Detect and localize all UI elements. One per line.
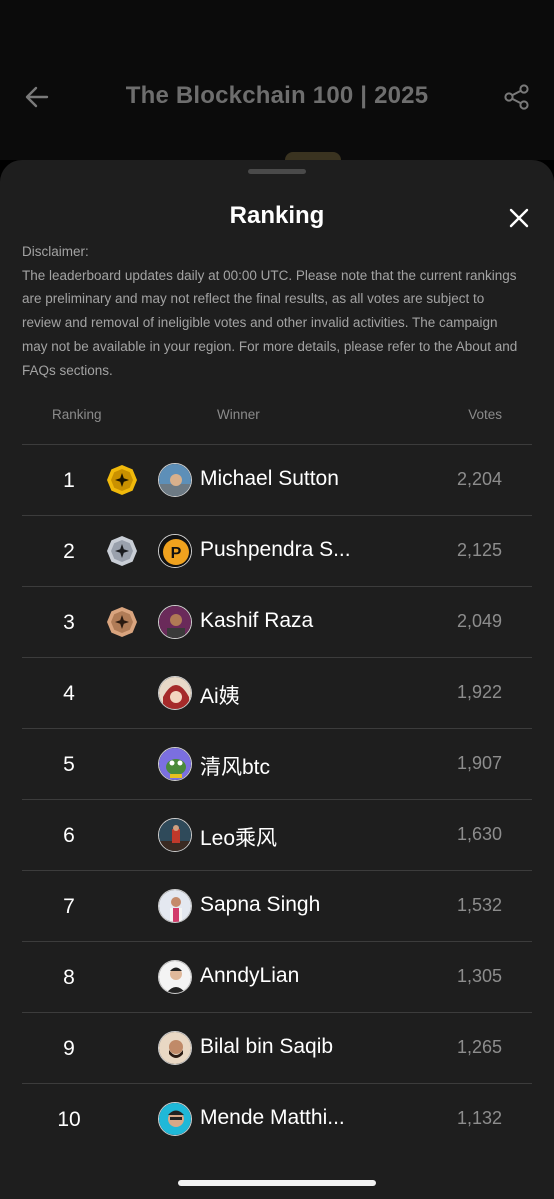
- winner-name: Michael Sutton: [200, 467, 339, 490]
- avatar: [158, 605, 192, 639]
- winner-name: Pushpendra S...: [200, 538, 351, 561]
- top-bar: The Blockchain 100 | 2025: [0, 0, 554, 166]
- rank-number: 3: [63, 611, 75, 634]
- disclaimer-label: Disclaimer:: [22, 244, 89, 259]
- rank-number: 8: [63, 966, 75, 989]
- table-row[interactable]: 1 Michael Sutton 2,204: [22, 444, 532, 515]
- avatar: [158, 1102, 192, 1136]
- vote-count: 1,907: [456, 753, 502, 773]
- sheet-drag-handle[interactable]: [248, 169, 306, 174]
- avatar: [158, 818, 192, 852]
- avatar: [158, 960, 192, 994]
- share-icon[interactable]: [502, 82, 532, 112]
- header-ranking: Ranking: [52, 407, 102, 422]
- rank-number: 1: [63, 469, 75, 492]
- rank-number: 5: [63, 753, 75, 776]
- avatar: [158, 1031, 192, 1065]
- vote-count: 2,049: [456, 611, 502, 631]
- avatar: [158, 747, 192, 781]
- table-row[interactable]: 7 Sapna Singh 1,532: [22, 870, 532, 941]
- disclaimer-text: The leaderboard updates daily at 00:00 U…: [22, 267, 518, 378]
- table-header: Ranking Winner Votes: [22, 407, 532, 427]
- winner-name: Bilal bin Saqib: [200, 1035, 334, 1058]
- ranking-sheet: Ranking Disclaimer: The leaderboard upda…: [0, 160, 554, 1199]
- vote-count: 1,630: [456, 824, 502, 844]
- rank-number: 2: [63, 540, 75, 563]
- winner-name: 清风btc: [200, 756, 271, 779]
- table-row[interactable]: 10 Mende Matthi... 1,132: [22, 1083, 532, 1154]
- svg-text:P: P: [171, 545, 182, 562]
- gold-medal-icon: [107, 465, 137, 495]
- table-row[interactable]: 6 Leo乘风 1,630: [22, 799, 532, 870]
- winner-name: Sapna Singh: [200, 893, 321, 916]
- avatar: [158, 676, 192, 710]
- avatar: [158, 889, 192, 923]
- page-title: The Blockchain 100 | 2025: [125, 82, 429, 109]
- table-row[interactable]: 4 Ai姨 1,922: [22, 657, 532, 728]
- table-row[interactable]: 3 Kashif Raza 2,049: [22, 586, 532, 657]
- rank-number: 4: [63, 682, 75, 705]
- vote-count: 1,532: [456, 895, 502, 915]
- header-winner: Winner: [217, 407, 260, 422]
- sheet-title: Ranking: [229, 202, 325, 229]
- winner-name: Ai姨: [200, 685, 240, 708]
- table-row[interactable]: 5 清风btc 1,907: [22, 728, 532, 799]
- rank-number: 6: [63, 824, 75, 847]
- vote-count: 2,204: [456, 469, 502, 489]
- silver-medal-icon: [107, 536, 137, 566]
- table-row[interactable]: 8 AnndyLian 1,305: [22, 941, 532, 1012]
- vote-count: 1,132: [456, 1108, 502, 1128]
- vote-count: 1,305: [456, 966, 502, 986]
- close-icon[interactable]: [506, 205, 532, 231]
- rank-number: 9: [63, 1037, 75, 1060]
- vote-count: 1,265: [456, 1037, 502, 1057]
- header-votes: Votes: [468, 407, 502, 422]
- vote-count: 1,922: [456, 682, 502, 702]
- home-indicator[interactable]: [178, 1180, 376, 1186]
- ranking-list: 1 Michael Sutton 2,204 2 P Pushpendra S.…: [22, 444, 532, 1154]
- winner-name: Leo乘风: [200, 827, 278, 850]
- vote-count: 2,125: [456, 540, 502, 560]
- table-row[interactable]: 9 Bilal bin Saqib 1,265: [22, 1012, 532, 1083]
- winner-name: Mende Matthi...: [200, 1106, 345, 1129]
- rank-number: 10: [57, 1108, 81, 1131]
- disclaimer: Disclaimer: The leaderboard updates dail…: [22, 240, 522, 382]
- winner-name: Kashif Raza: [200, 609, 314, 632]
- table-row[interactable]: 2 P Pushpendra S... 2,125: [22, 515, 532, 586]
- rank-number: 7: [63, 895, 75, 918]
- avatar: P: [158, 534, 192, 568]
- avatar: [158, 463, 192, 497]
- bronze-medal-icon: [107, 607, 137, 637]
- winner-name: AnndyLian: [200, 964, 300, 987]
